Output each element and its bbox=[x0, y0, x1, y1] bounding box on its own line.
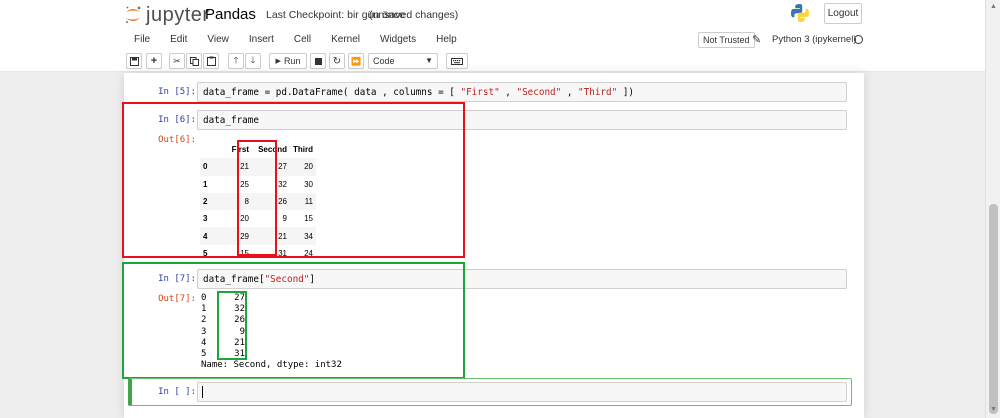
cell-type-select[interactable]: Code ▼ bbox=[368, 53, 438, 69]
code-text: , bbox=[561, 86, 579, 98]
restart-button[interactable]: ↻ bbox=[329, 53, 345, 69]
paste-icon bbox=[206, 56, 216, 66]
python-logo-icon bbox=[791, 4, 809, 22]
green-values-highlight bbox=[217, 291, 247, 360]
scroll-down-icon[interactable]: ▼ bbox=[990, 406, 997, 413]
scroll-thumb[interactable] bbox=[989, 204, 998, 414]
interrupt-button[interactable] bbox=[310, 53, 326, 69]
menu-widgets[interactable]: Widgets bbox=[370, 34, 426, 45]
restart-icon: ↻ bbox=[332, 55, 342, 67]
move-up-button[interactable]: 🡑 bbox=[228, 53, 244, 69]
notebook-header: jupyter Pandas Last Checkpoint: bir gün … bbox=[0, 0, 985, 72]
trust-button[interactable]: Not Trusted bbox=[698, 32, 755, 48]
menu-help[interactable]: Help bbox=[426, 34, 467, 45]
code-text: , bbox=[499, 86, 517, 98]
pencil-icon[interactable]: ✎ bbox=[752, 33, 761, 46]
red-column-highlight bbox=[237, 140, 277, 256]
save-button[interactable] bbox=[126, 53, 142, 69]
menu-cell[interactable]: Cell bbox=[284, 34, 321, 45]
jupyter-logo-icon bbox=[125, 6, 141, 24]
cut-button[interactable]: ✂ bbox=[169, 53, 185, 69]
menu-kernel[interactable]: Kernel bbox=[321, 34, 370, 45]
cell-type-value: Code bbox=[373, 56, 395, 66]
move-down-button[interactable]: 🡓 bbox=[245, 53, 261, 69]
autosave-status: (unsaved changes) bbox=[369, 9, 459, 21]
stop-icon bbox=[314, 57, 322, 65]
run-label: Run bbox=[283, 56, 301, 66]
notebook-name[interactable]: Pandas bbox=[205, 6, 256, 23]
menu-insert[interactable]: Insert bbox=[239, 34, 284, 45]
run-button[interactable]: ▶ Run bbox=[269, 53, 307, 69]
scroll-up-icon[interactable]: ▲ bbox=[990, 3, 997, 10]
save-icon bbox=[129, 56, 139, 66]
code-string: "Second" bbox=[516, 86, 562, 98]
code-string: "First" bbox=[460, 86, 500, 98]
green-highlight-box bbox=[122, 262, 465, 379]
copy-icon bbox=[189, 56, 199, 66]
jupyter-logo-text: jupyter bbox=[146, 3, 210, 26]
menu-file[interactable]: File bbox=[124, 34, 160, 45]
cell-8-input[interactable] bbox=[197, 382, 847, 402]
code-string: "Third" bbox=[578, 86, 618, 98]
logout-button[interactable]: Logout bbox=[824, 3, 862, 24]
fast-forward-icon: ⏩ bbox=[351, 56, 361, 66]
kernel-name[interactable]: Python 3 (ipykernel) bbox=[772, 34, 856, 45]
keyboard-icon bbox=[451, 57, 463, 65]
cell-5-prompt: In [5]: bbox=[158, 87, 196, 97]
cell-8-prompt: In [ ]: bbox=[158, 387, 196, 397]
menu-view[interactable]: View bbox=[197, 34, 239, 45]
play-icon: ▶ bbox=[275, 58, 281, 65]
red-highlight-box bbox=[122, 102, 465, 258]
command-palette-button[interactable] bbox=[446, 53, 468, 69]
kernel-idle-icon bbox=[854, 35, 863, 44]
cell-5-input[interactable]: data_frame = pd.DataFrame( data , column… bbox=[197, 82, 847, 102]
insert-cell-button[interactable]: + bbox=[146, 53, 162, 69]
chevron-down-icon: ▼ bbox=[425, 56, 433, 65]
arrow-down-icon: 🡓 bbox=[250, 55, 256, 65]
restart-run-all-button[interactable]: ⏩ bbox=[348, 53, 364, 69]
arrow-up-icon: 🡑 bbox=[233, 55, 239, 65]
code-text: ]) bbox=[617, 86, 635, 98]
jupyter-logo[interactable]: jupyter bbox=[124, 4, 210, 26]
copy-button[interactable] bbox=[186, 53, 202, 69]
page-scrollbar[interactable]: ▲ ▼ bbox=[985, 0, 1000, 418]
code-text: data_frame = pd.DataFrame( data , column… bbox=[203, 86, 461, 98]
menu-edit[interactable]: Edit bbox=[160, 34, 197, 45]
plus-icon: + bbox=[150, 55, 158, 67]
text-cursor bbox=[202, 386, 203, 398]
paste-button[interactable] bbox=[203, 53, 219, 69]
scissors-icon: ✂ bbox=[173, 55, 181, 66]
